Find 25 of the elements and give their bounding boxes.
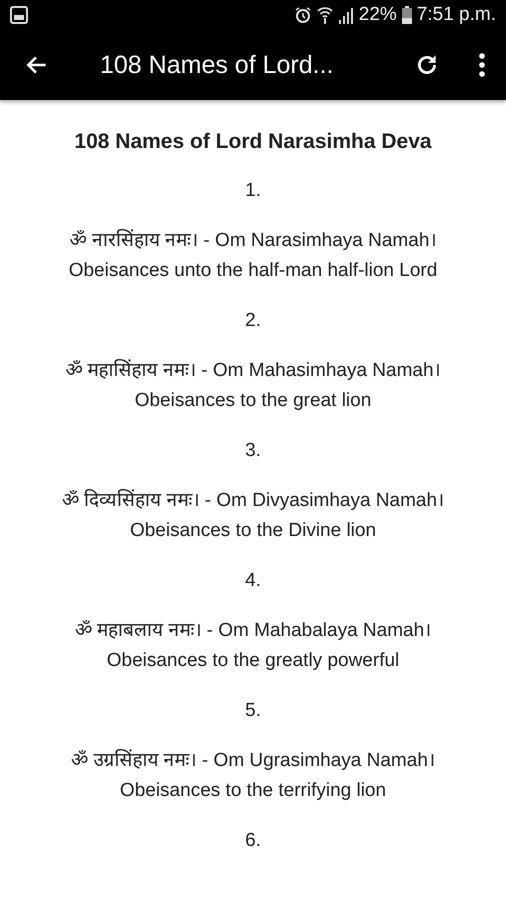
meaning-text: Obeisances to the Divine lion bbox=[130, 519, 376, 543]
app-bar-title: 108 Names of Lord... bbox=[100, 50, 334, 80]
clock-time: 7:51 p.m. bbox=[416, 4, 496, 26]
signal-icon bbox=[338, 6, 354, 24]
entry-number: 3. bbox=[245, 440, 261, 462]
entry-number: 1. bbox=[245, 180, 261, 202]
entry-number: 5. bbox=[245, 700, 261, 722]
page-heading: 108 Names of Lord Narasimha Deva bbox=[74, 130, 432, 154]
meaning-text: Obeisances to the greatly powerful bbox=[106, 649, 400, 673]
alarm-icon bbox=[294, 6, 312, 24]
battery-icon bbox=[402, 6, 412, 24]
entry-number: 6. bbox=[245, 830, 261, 852]
image-icon bbox=[10, 6, 28, 24]
battery-percentage: 22% bbox=[358, 4, 397, 26]
entry-number: 4. bbox=[245, 570, 261, 592]
meaning-text: Obeisances unto the half-man half-lion Lord bbox=[68, 259, 438, 283]
mantra-text: ॐ महासिंहाय नमः। - Om Mahasimhaya Namah। bbox=[65, 358, 441, 383]
mantra-text: ॐ महाबलाय नमः। - Om Mahabalaya Namah। bbox=[74, 619, 432, 643]
wifi-icon bbox=[316, 6, 333, 24]
meaning-text: Obeisances to the great lion bbox=[134, 389, 372, 413]
mantra-text: ॐ नारसिंहाय नमः। - Om Narasimhaya Namah। bbox=[70, 228, 436, 253]
mantra-text: ॐ उग्रसिंहाय नमः। - Om Ugrasimhaya Namah। bbox=[71, 748, 435, 773]
mantra-text: ॐ दिव्यसिंहाय नमः। - Om Divyasimhaya Namah। bbox=[62, 488, 444, 513]
meaning-text: Obeisances to the terrifying lion bbox=[120, 779, 386, 803]
entry-number: 2. bbox=[245, 310, 261, 332]
